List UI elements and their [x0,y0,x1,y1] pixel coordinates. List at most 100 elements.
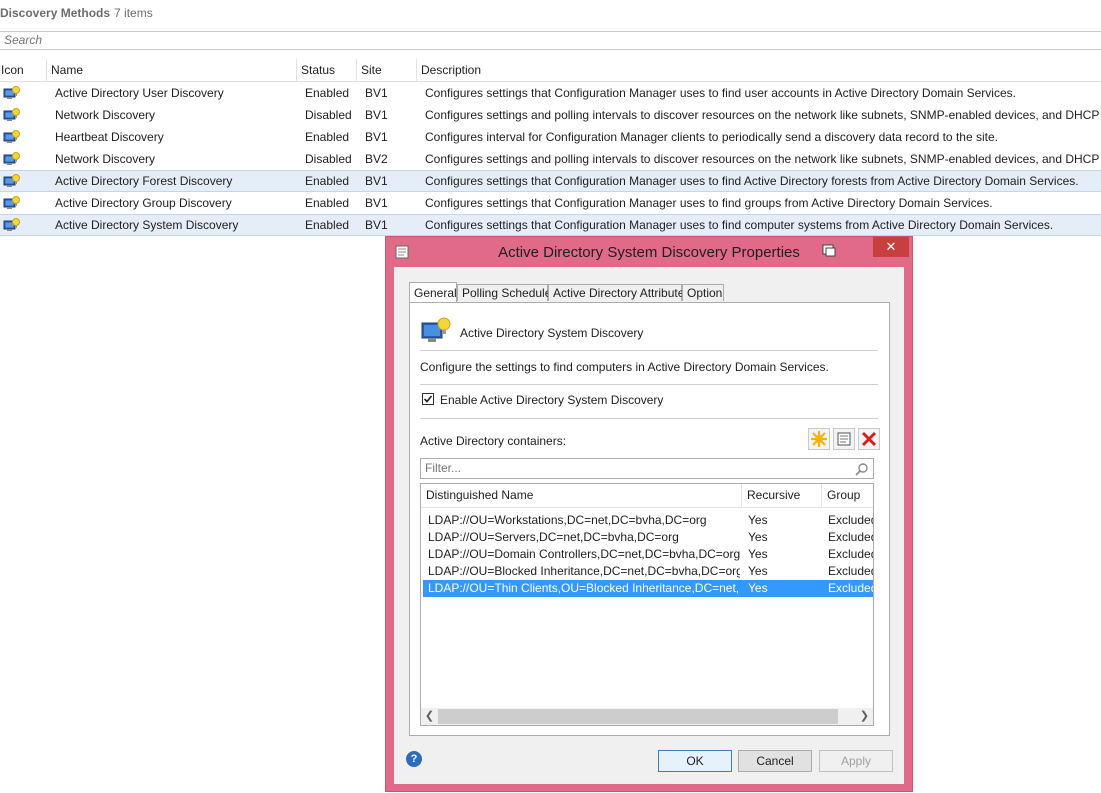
table-row[interactable]: Active Directory Group Discovery Enabled B… [0,192,1101,214]
description-cell: Configures settings and polling interval… [425,152,1101,166]
table-row[interactable]: Active Directory System Discovery Enabled… [0,214,1101,236]
table-row[interactable]: Active Directory Forest Discovery Enabled… [0,170,1101,192]
description-cell: Configures settings that Configuration M… [425,218,1054,232]
column-header-status[interactable]: Status [296,59,356,81]
site-cell: BV1 [365,86,388,100]
distinguished-name-cell: LDAP://OU=Domain Controllers,DC=net,DC=b… [428,547,740,561]
list-item[interactable]: LDAP://OU=Workstations,DC=net,DC=bvha,DC… [423,512,873,529]
distinguished-name-cell: LDAP://OU=Blocked Inheritance,DC=net,DC=… [428,564,740,578]
column-header-description[interactable]: Description [416,59,1101,81]
horizontal-scrollbar[interactable]: ❮ ❯ [421,708,873,725]
status-cell: Enabled [305,174,350,188]
tab-polling-schedule[interactable]: Polling Schedule [457,284,551,301]
discovery-method-icon [3,107,21,123]
discovery-method-icon [3,217,21,233]
context-help-icon[interactable] [822,243,836,257]
container-properties-button[interactable] [833,428,855,450]
scroll-right-arrow[interactable]: ❯ [856,708,873,725]
new-container-button[interactable] [808,428,830,450]
discovery-method-icon [3,195,21,211]
containers-list-header: Distinguished Name Recursive Group [421,484,873,508]
properties-dialog: Active Directory System Discovery Proper… [385,236,913,792]
status-cell: Enabled [305,86,350,100]
table-row[interactable]: Active Directory User Discovery Enabled BV… [0,82,1101,104]
site-cell: BV1 [365,218,388,232]
page-title: Discovery Methods 7 items [0,6,153,22]
delete-icon [861,431,877,447]
distinguished-name-cell: LDAP://OU=Workstations,DC=net,DC=bvha,DC… [428,513,707,527]
recursive-cell: Yes [748,530,768,544]
column-header-group[interactable]: Group [821,484,873,507]
column-header-recursive[interactable]: Recursive [741,484,821,507]
name-cell: Network Discovery [55,108,156,122]
grid-header: Icon Name Status Site Description [0,59,1101,82]
column-header-name[interactable]: Name [46,59,296,81]
item-count: 7 items [114,6,153,20]
site-cell: BV2 [365,152,388,166]
list-item[interactable]: LDAP://OU=Domain Controllers,DC=net,DC=b… [423,546,873,563]
site-cell: BV1 [365,196,388,210]
enable-discovery-checkbox[interactable] [422,393,434,405]
discovery-method-icon [3,129,21,145]
discovery-method-icon [421,317,451,342]
search-icon[interactable] [855,462,869,476]
page-title-text: Discovery Methods [0,6,111,20]
column-header-site[interactable]: Site [356,59,416,81]
general-tab-panel: Active Directory System Discovery Config… [409,302,890,736]
description-cell: Configures settings and polling interval… [425,108,1101,122]
table-row[interactable]: Heartbeat Discovery Enabled BV1 Configures … [0,126,1101,148]
column-header-icon[interactable]: Icon [0,59,46,81]
group-cell: Excluded [828,513,874,527]
new-icon [811,431,827,447]
tab-general[interactable]: General [409,282,457,302]
scroll-thumb[interactable] [438,709,838,724]
search-bar[interactable] [0,31,1101,50]
close-button[interactable]: ✕ [873,237,909,257]
filter-input[interactable] [421,459,849,477]
ok-button[interactable]: OK [658,750,732,772]
name-cell: Network Discovery [55,152,156,166]
enable-discovery-label: Enable Active Directory System Discovery [440,393,664,407]
status-cell: Enabled [305,196,350,210]
list-item[interactable]: LDAP://OU=Servers,DC=net,DC=bvha,DC=org Y… [423,529,873,546]
discovery-method-icon [3,151,21,167]
cancel-button[interactable]: Cancel [738,750,812,772]
delete-container-button[interactable] [858,428,880,450]
recursive-cell: Yes [748,564,768,578]
search-input[interactable] [0,32,1088,47]
help-icon[interactable]: ? [406,751,422,767]
list-item[interactable]: LDAP://OU=Thin Clients,OU=Blocked Inheri… [423,580,873,597]
discovery-methods-grid: Icon Name Status Site Description Active… [0,59,1101,236]
name-cell: Active Directory System Discovery [55,218,239,232]
tab-active-directory-attributes[interactable]: Active Directory Attributes [548,284,690,301]
status-cell: Enabled [305,130,350,144]
description-cell: Configures interval for Configuration Ma… [425,130,998,144]
panel-description: Configure the settings to find computers… [420,360,829,374]
recursive-cell: Yes [748,581,768,595]
list-item[interactable]: LDAP://OU=Blocked Inheritance,DC=net,DC=… [423,563,873,580]
filter-box[interactable] [420,458,874,479]
site-cell: BV1 [365,108,388,122]
apply-button[interactable]: Apply [819,750,893,772]
grid-body: Active Directory User Discovery Enabled BV… [0,82,1101,236]
group-cell: Excluded [828,530,874,544]
table-row[interactable]: Network Discovery Disabled BV1 Configures s… [0,104,1101,126]
group-cell: Excluded [828,547,874,561]
divider [420,350,878,351]
discovery-method-icon [3,173,21,189]
group-cell: Excluded [828,564,874,578]
checkmark-icon [423,395,433,403]
containers-list: Distinguished Name Recursive Group LDAP:… [420,483,874,726]
status-cell: Enabled [305,218,350,232]
column-header-distinguished-name[interactable]: Distinguished Name [421,484,741,507]
tab-option[interactable]: Option [682,284,724,301]
status-cell: Disabled [305,108,352,122]
discovery-method-icon [3,85,21,101]
table-row[interactable]: Network Discovery Disabled BV2 Configures s… [0,148,1101,170]
recursive-cell: Yes [748,547,768,561]
scroll-left-arrow[interactable]: ❮ [421,708,438,725]
description-cell: Configures settings that Configuration M… [425,174,1079,188]
description-cell: Configures settings that Configuration M… [425,196,993,210]
site-cell: BV1 [365,130,388,144]
containers-label: Active Directory containers: [420,434,567,448]
